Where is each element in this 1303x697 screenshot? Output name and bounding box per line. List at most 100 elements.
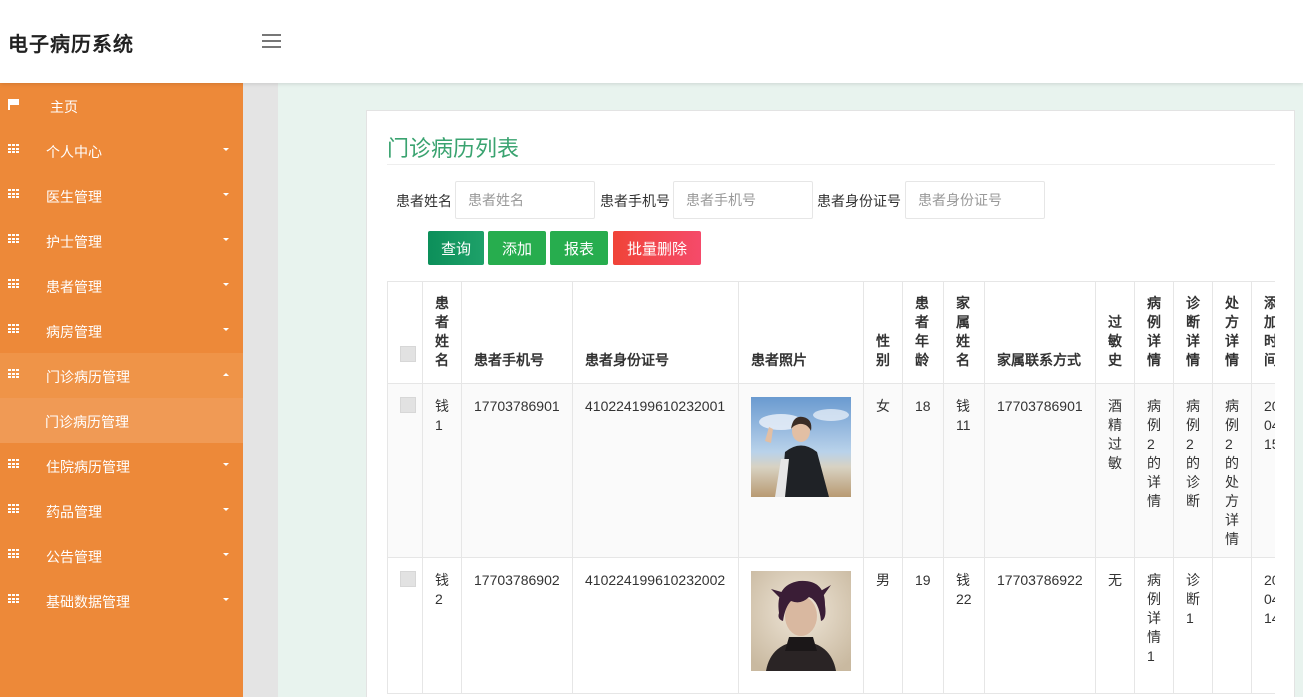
report-button[interactable]: 报表 [550,231,608,265]
grid-icon [8,324,20,334]
sidebar-item-personal-center[interactable]: 个人中心 [0,128,243,173]
cell-family-phone: 17703786922 [984,557,1096,694]
sidebar-item-base-data-management[interactable]: 基础数据管理 [0,578,243,623]
column-header: 家属姓名 [943,281,985,384]
cell-diagnosis: 诊断1 [1173,557,1213,694]
top-header: 电子病历系统 [0,0,1303,83]
caret-down-icon [223,238,229,241]
table-row[interactable]: 钱2 17703786902 410224199610232002 男 19 钱… [387,557,1275,694]
sidebar: 主页 个人中心 医生管理 护士管理 患者管理 病房管理 门诊病历管理 门诊病历管… [0,83,243,697]
column-header: 添加时间 [1251,281,1275,384]
caret-down-icon [223,283,229,286]
cell-prescription [1212,557,1252,694]
sidebar-item-outpatient-records[interactable]: 门诊病历管理 [0,353,243,398]
batch-delete-button[interactable]: 批量删除 [613,231,701,265]
grid-icon [8,234,20,244]
sidebar-item-label: 公告管理 [46,549,102,565]
cell-patient-idcard: 410224199610232002 [572,557,739,694]
patient-photo [751,571,851,671]
column-header: 患者照片 [738,281,864,384]
sidebar-item-doctor-management[interactable]: 医生管理 [0,173,243,218]
cell-age: 18 [902,383,944,558]
caret-down-icon [223,553,229,556]
caret-down-icon [223,328,229,331]
cell-patient-idcard: 410224199610232001 [572,383,739,558]
cell-case-detail: 病例详情1 [1134,557,1174,694]
sidebar-item-label: 患者管理 [46,279,102,295]
cell-patient-name: 钱2 [422,557,462,694]
sidebar-item-label: 主页 [50,99,78,115]
sidebar-item-label: 护士管理 [46,234,102,250]
caret-down-icon [223,598,229,601]
grid-icon [8,189,20,199]
grid-icon [8,369,20,379]
grid-icon [8,144,20,154]
caret-down-icon [223,463,229,466]
caret-down-icon [223,148,229,151]
cell-patient-phone: 17703786901 [461,383,573,558]
sidebar-item-announcement-management[interactable]: 公告管理 [0,533,243,578]
sidebar-subitem-outpatient-records[interactable]: 门诊病历管理 [0,398,243,443]
sidebar-item-ward-management[interactable]: 病房管理 [0,308,243,353]
caret-up-icon [223,373,229,376]
select-all-checkbox[interactable] [400,346,416,362]
sidebar-item-home[interactable]: 主页 [0,83,243,128]
cell-allergy: 无 [1095,557,1135,694]
title-divider [387,164,1275,165]
patient-name-input[interactable] [455,181,595,219]
patient-phone-input[interactable] [673,181,813,219]
cell-family-phone: 17703786901 [984,383,1096,558]
column-header: 性别 [863,281,903,384]
grid-icon [8,549,20,559]
column-header: 处方详情 [1212,281,1252,384]
column-header: 过敏史 [1095,281,1135,384]
records-table: 患者姓名 患者手机号 患者身份证号 患者照片 性别 患者年龄 家属姓名 家属联系… [387,281,1275,694]
query-button[interactable]: 查询 [428,231,484,265]
cell-diagnosis: 病例2的诊断 [1173,383,1213,558]
cell-allergy: 酒精过敏 [1095,383,1135,558]
sidebar-item-inpatient-records[interactable]: 住院病历管理 [0,443,243,488]
grid-icon [8,279,20,289]
sidebar-item-drug-management[interactable]: 药品管理 [0,488,243,533]
page-title: 门诊病历列表 [387,136,520,161]
cell-patient-photo [738,383,864,558]
app-title: 电子病历系统 [8,34,134,56]
hamburger-icon[interactable] [262,34,281,49]
table-row[interactable]: 钱1 17703786901 410224199610232001 女 18 钱… [387,383,1275,558]
sidebar-item-label: 药品管理 [46,504,102,520]
records-card: 门诊病历列表 患者姓名 患者手机号 患者身份证号 查询 添加 报表 批量删除 [366,110,1295,697]
patient-idcard-label: 患者身份证号 [817,193,901,209]
sidebar-item-patient-management[interactable]: 患者管理 [0,263,243,308]
column-header: 患者年龄 [902,281,944,384]
sidebar-item-label: 基础数据管理 [46,594,130,610]
cell-patient-phone: 17703786902 [461,557,573,694]
sidebar-subitem-label: 门诊病历管理 [45,414,129,430]
sidebar-item-label: 医生管理 [46,189,102,205]
grid-icon [8,459,20,469]
cell-patient-name: 钱1 [422,383,462,558]
add-button[interactable]: 添加 [488,231,546,265]
sidebar-item-label: 住院病历管理 [46,459,130,475]
sidebar-item-nurse-management[interactable]: 护士管理 [0,218,243,263]
row-select-cell[interactable] [387,383,423,558]
cell-patient-photo [738,557,864,694]
records-table-container[interactable]: 患者姓名 患者手机号 患者身份证号 患者照片 性别 患者年龄 家属姓名 家属联系… [387,281,1275,697]
row-checkbox[interactable] [400,397,416,413]
cell-gender: 女 [863,383,903,558]
header-select-all[interactable] [387,281,423,384]
cell-added-time: 2004 14 [1251,557,1275,694]
column-header: 病例详情 [1134,281,1174,384]
patient-photo [751,397,851,497]
sidebar-item-label: 病房管理 [46,324,102,340]
grid-icon [8,594,20,604]
grid-icon [8,504,20,514]
cell-added-time: 2004 15 [1251,383,1275,558]
column-header: 患者手机号 [461,281,573,384]
row-select-cell[interactable] [387,557,423,694]
patient-idcard-input[interactable] [905,181,1045,219]
cell-age: 19 [902,557,944,694]
patient-phone-label: 患者手机号 [600,193,670,209]
cell-prescription: 病例2的处方详情 [1212,383,1252,558]
row-checkbox[interactable] [400,571,416,587]
sidebar-item-label: 门诊病历管理 [46,369,130,385]
